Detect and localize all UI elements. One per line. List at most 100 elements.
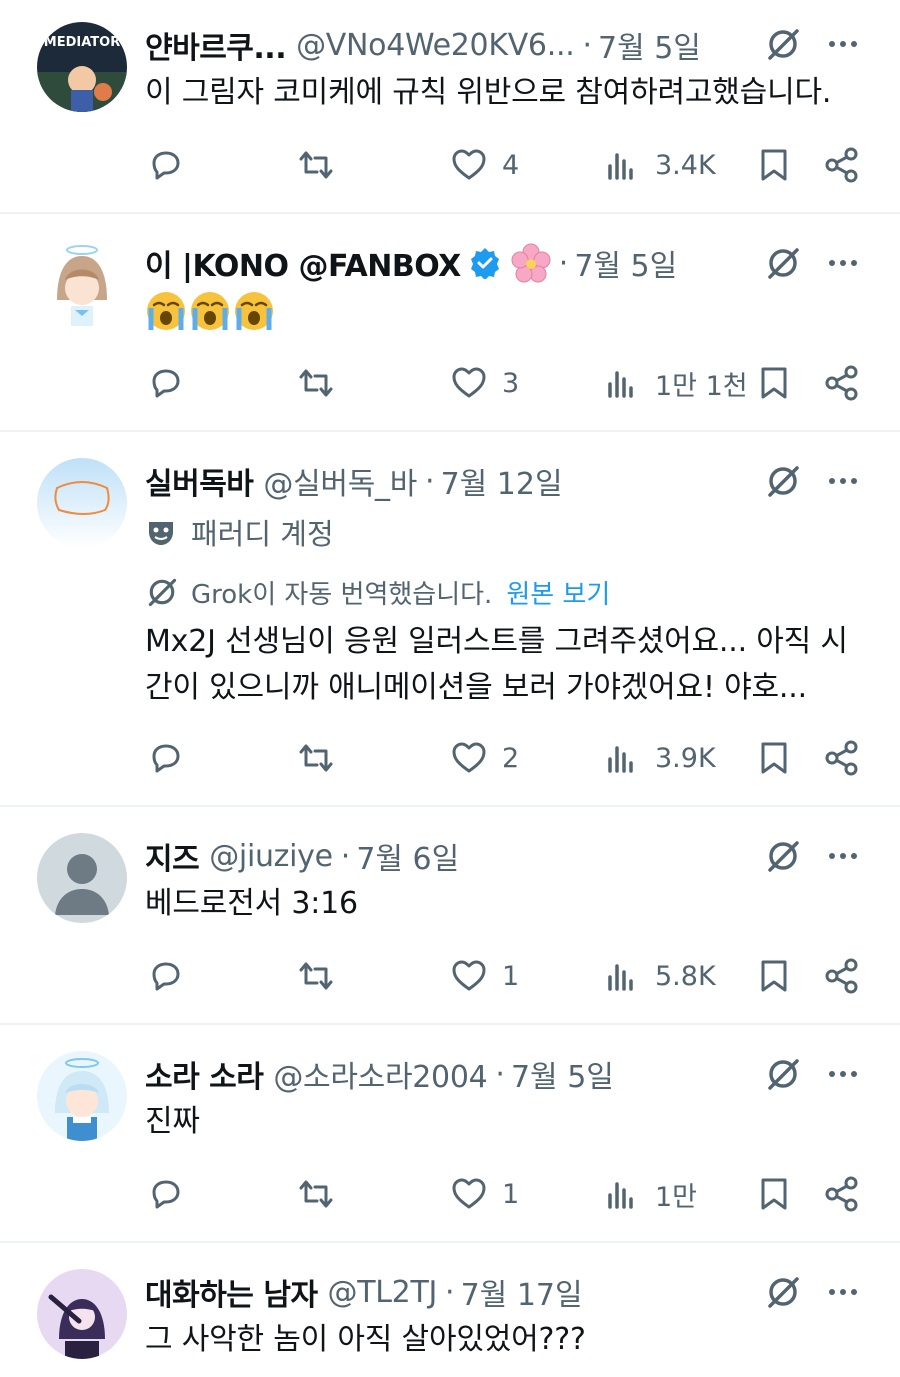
- like-count: 1: [502, 960, 520, 992]
- handle[interactable]: @TL2TJ: [328, 1275, 438, 1310]
- views-button[interactable]: 3.9K: [603, 733, 716, 783]
- display-name[interactable]: 이 |KONO @FANBOX: [145, 243, 461, 283]
- reply-icon: [152, 151, 180, 180]
- bookmark-button[interactable]: [755, 733, 793, 783]
- avatar[interactable]: MEDIATOR: [37, 22, 127, 112]
- bookmark-icon: [761, 367, 787, 399]
- like-count: 3: [502, 367, 520, 399]
- post[interactable]: 지즈 @jiuziye · 7월 6일 베드로전서 3:16 1 5.8K: [0, 807, 900, 1025]
- more-icon[interactable]: [824, 1273, 862, 1311]
- timestamp[interactable]: 7월 17일: [461, 1272, 583, 1312]
- post[interactable]: 소라 소라 @소라소라2004 · 7월 5일 진짜 1 1만: [0, 1025, 900, 1243]
- post-text: 진짜: [145, 1104, 200, 1139]
- views-button[interactable]: 1만 1천: [603, 358, 748, 408]
- display-name[interactable]: 지즈: [145, 836, 200, 876]
- handle[interactable]: @실버독_바: [263, 461, 417, 501]
- repost-icon: [299, 744, 333, 772]
- grok-icon[interactable]: [764, 462, 802, 500]
- repost-button[interactable]: [297, 1169, 335, 1219]
- timestamp[interactable]: 7월 5일: [598, 25, 701, 65]
- post-header: 지즈 @jiuziye · 7월 6일: [145, 836, 760, 877]
- bookmark-button[interactable]: [755, 951, 793, 1001]
- reply-button[interactable]: [147, 951, 185, 1001]
- reply-button[interactable]: [147, 140, 185, 190]
- grok-icon[interactable]: [764, 1273, 802, 1311]
- timestamp[interactable]: 7월 5일: [574, 243, 677, 283]
- display-name[interactable]: 실버독바: [145, 461, 254, 501]
- avatar[interactable]: [37, 240, 127, 330]
- post[interactable]: MEDIATOR 얀바르쿠... @VNo4We20KV6... · 7월 5일…: [0, 0, 900, 214]
- avatar-image: MEDIATOR: [37, 22, 127, 112]
- reply-icon: [152, 1180, 180, 1209]
- parody-label-text: 패러디 계정: [191, 517, 334, 551]
- share-button[interactable]: [823, 951, 861, 1001]
- like-button[interactable]: 1: [450, 951, 519, 1001]
- views-icon: [608, 1182, 633, 1209]
- reply-button[interactable]: [147, 733, 185, 783]
- verified-badge-icon[interactable]: [469, 247, 501, 279]
- timestamp[interactable]: 7월 6일: [356, 836, 459, 876]
- repost-button[interactable]: [297, 951, 335, 1001]
- more-icon[interactable]: [824, 462, 862, 500]
- post[interactable]: 이 |KONO @FANBOX · 7월 5일 3 1만 1천: [0, 214, 900, 432]
- share-button[interactable]: [823, 1169, 861, 1219]
- views-count: 1만: [655, 1181, 698, 1213]
- like-button[interactable]: 3: [450, 358, 519, 408]
- timestamp[interactable]: 7월 12일: [441, 461, 563, 501]
- repost-button[interactable]: [297, 733, 335, 783]
- heart-icon: [452, 1178, 486, 1209]
- bookmark-button[interactable]: [755, 140, 793, 190]
- repost-button[interactable]: [297, 140, 335, 190]
- views-button[interactable]: 5.8K: [603, 951, 716, 1001]
- separator-dot: ·: [495, 1056, 505, 1092]
- timestamp[interactable]: 7월 5일: [511, 1054, 614, 1094]
- avatar[interactable]: [37, 1051, 127, 1141]
- avatar[interactable]: [37, 833, 127, 923]
- post-header: 얀바르쿠... @VNo4We20KV6... · 7월 5일: [145, 25, 760, 66]
- handle[interactable]: @소라소라2004: [273, 1054, 487, 1094]
- translation-note: Grok이 자동 번역했습니다. 원본 보기: [145, 572, 610, 612]
- display-name[interactable]: 대화하는 남자: [145, 1272, 318, 1312]
- bookmark-button[interactable]: [755, 358, 793, 408]
- repost-icon: [299, 962, 333, 990]
- share-button[interactable]: [823, 733, 861, 783]
- share-button[interactable]: [823, 358, 861, 408]
- more-icon[interactable]: [824, 1055, 862, 1093]
- bookmark-button[interactable]: [755, 1169, 793, 1219]
- share-button[interactable]: [823, 140, 861, 190]
- bookmark-icon: [761, 149, 787, 181]
- loudly-crying-face-icon: [147, 292, 185, 330]
- reply-button[interactable]: [147, 358, 185, 408]
- like-button[interactable]: 4: [450, 140, 519, 190]
- post-emoji: [145, 290, 277, 334]
- more-icon[interactable]: [824, 837, 862, 875]
- like-button[interactable]: 2: [450, 733, 519, 783]
- repost-icon: [299, 369, 333, 397]
- post[interactable]: 실버독바 @실버독_바 · 7월 12일 패러디 계정 Grok이 자동 번역했…: [0, 432, 900, 807]
- more-icon[interactable]: [824, 25, 862, 63]
- cherry-blossom-icon: [511, 243, 551, 283]
- avatar[interactable]: [37, 458, 127, 548]
- display-name[interactable]: 얀바르쿠...: [145, 25, 287, 65]
- like-button[interactable]: 1: [450, 1169, 519, 1219]
- more-icon[interactable]: [824, 244, 862, 282]
- action-bar: 2 3.9K: [0, 733, 900, 783]
- grok-icon[interactable]: [764, 837, 802, 875]
- display-name[interactable]: 소라 소라: [145, 1054, 264, 1094]
- post-header: 이 |KONO @FANBOX · 7월 5일: [145, 243, 760, 283]
- views-button[interactable]: 3.4K: [603, 140, 716, 190]
- grok-icon[interactable]: [764, 25, 802, 63]
- loudly-crying-face-icon: [235, 292, 273, 330]
- post-header: 실버독바 @실버독_바 · 7월 12일: [145, 461, 760, 502]
- grok-icon[interactable]: [764, 244, 802, 282]
- views-button[interactable]: 1만: [603, 1169, 697, 1219]
- repost-button[interactable]: [297, 358, 335, 408]
- see-original-link[interactable]: 원본 보기: [506, 574, 610, 611]
- avatar[interactable]: [37, 1269, 127, 1359]
- post[interactable]: 대화하는 남자 @TL2TJ · 7월 17일 그 사악한 놈이 아직 살아있었…: [0, 1243, 900, 1377]
- grok-icon[interactable]: [764, 1055, 802, 1093]
- post-text: Mx2J 선생님이 응원 일러스트를 그려주셨어요... 아직 시간이 있으니까…: [145, 624, 848, 705]
- handle[interactable]: @jiuziye: [209, 839, 333, 874]
- handle[interactable]: @VNo4We20KV6...: [296, 28, 575, 63]
- reply-button[interactable]: [147, 1169, 185, 1219]
